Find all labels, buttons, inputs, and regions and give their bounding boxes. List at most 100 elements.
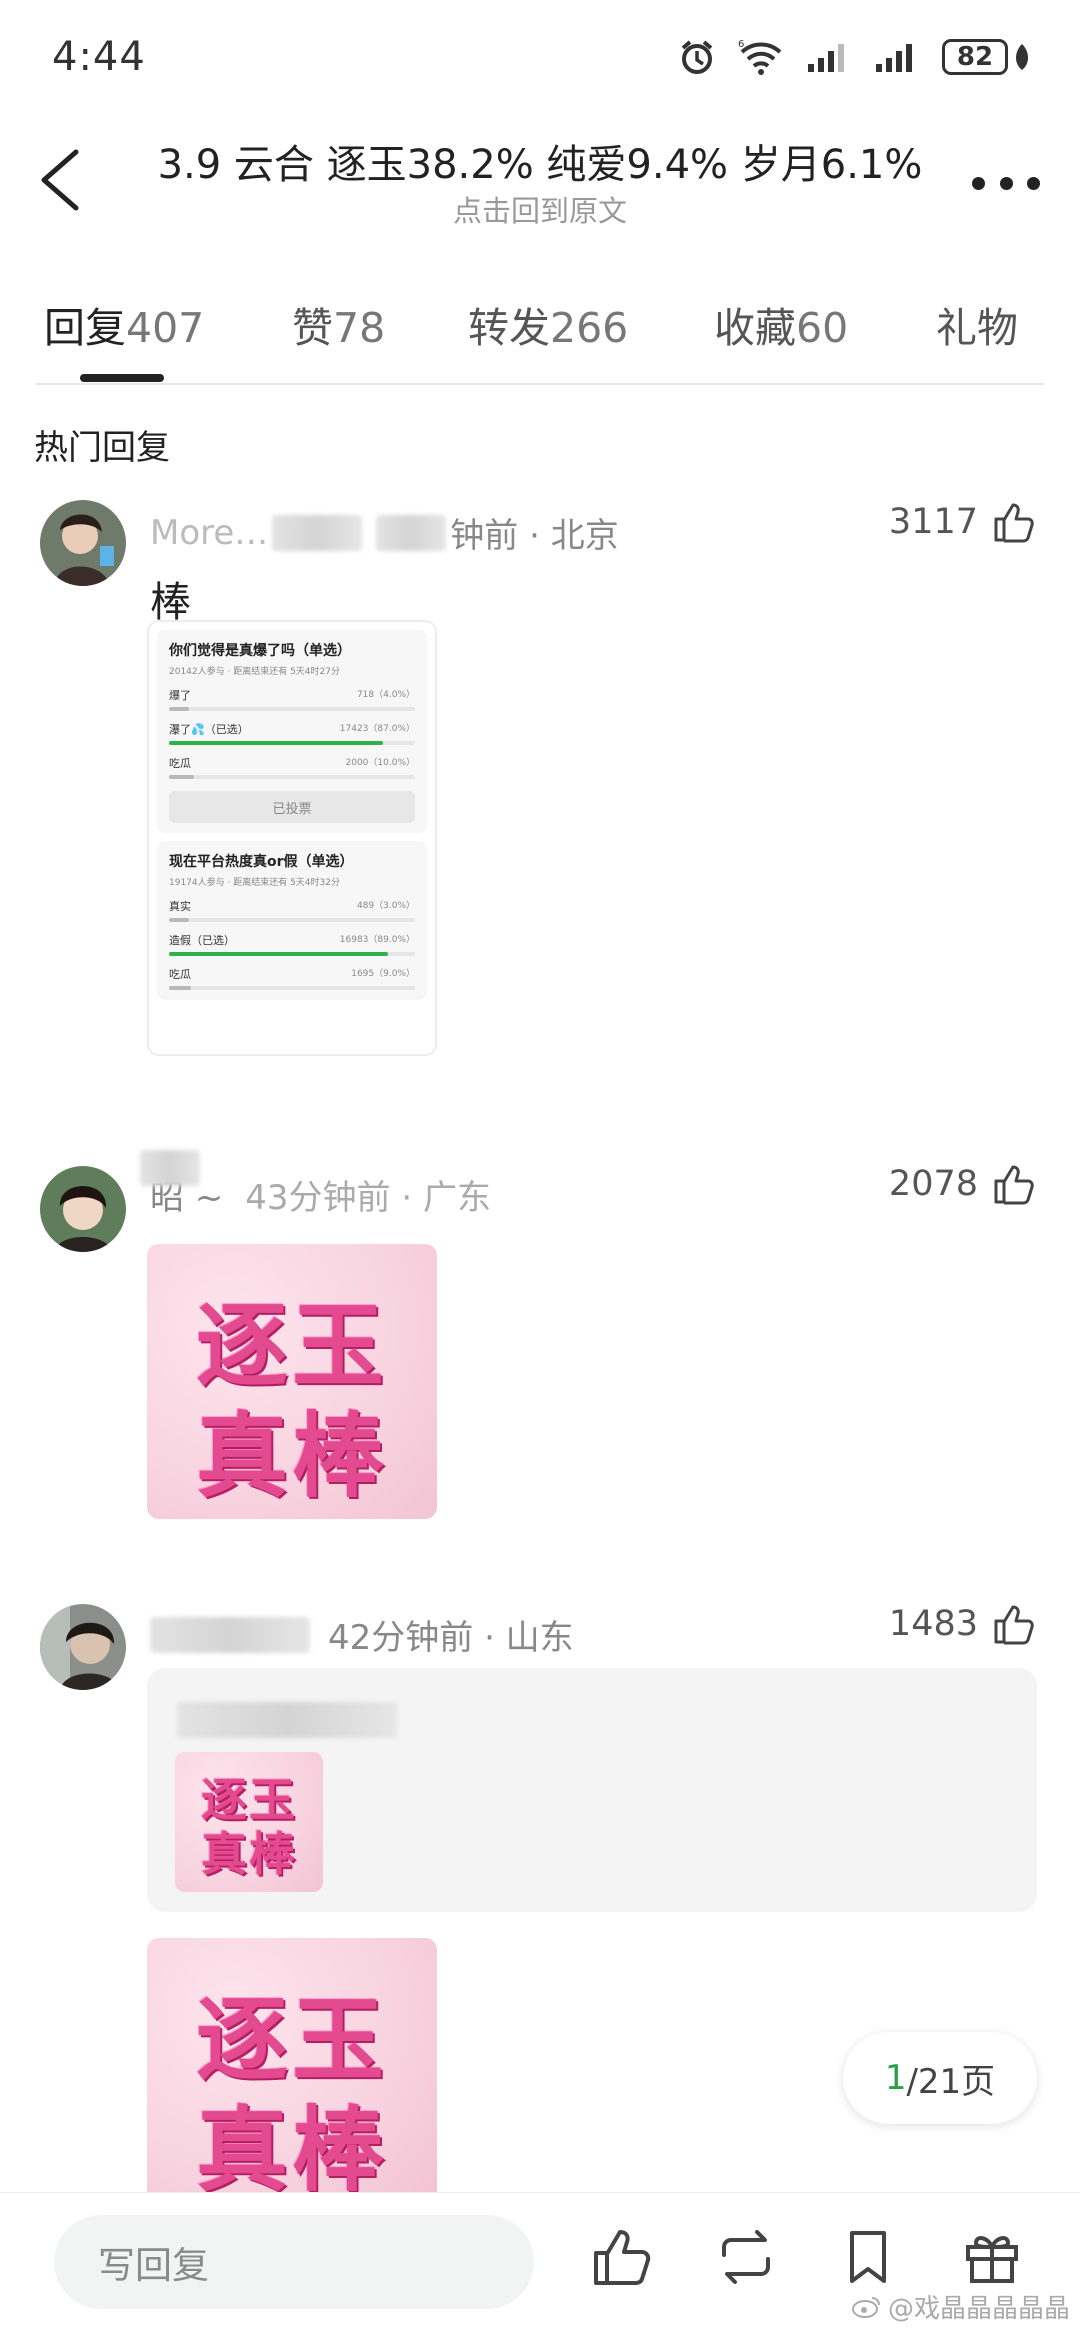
avatar[interactable] [40,1604,126,1690]
dot-icon [972,176,985,190]
wifi-icon: 6 [738,39,782,75]
avatar-image [40,1604,126,1690]
like-count: 2078 [888,1164,978,1204]
status-time: 4:44 [52,34,146,80]
like-icon[interactable] [590,2225,654,2289]
poll-image[interactable]: 你们觉得是真爆了吗（单选） 20142人参与 · 距离结束还有 5天4时27分 … [147,620,437,1056]
tab-label: 赞 [292,304,333,352]
total-pages: /21页 [906,2061,996,2102]
sticker-text-line: 真棒 [195,1402,388,1510]
thumbs-up-icon [994,1605,1034,1645]
avatar-image [40,1166,126,1252]
tab-count: 78 [333,304,386,352]
poll-option: 爆了 718（4.0%） [169,687,415,711]
back-button[interactable] [30,140,100,220]
reply-input[interactable]: 写回复 [54,2215,534,2309]
page-indicator[interactable]: 1/21页 [843,2032,1037,2124]
bottom-action-bar: 写回复 @戏晶晶晶晶晶 [0,2192,1080,2331]
dot-icon [1027,176,1040,190]
poll-option: 造假（已选） 16983（89.0%） [169,932,415,956]
poll-bar-fill [169,775,194,779]
like-count: 3117 [888,502,978,542]
comment-text: 棒 [150,578,191,626]
section-title: 热门回复 [34,428,170,468]
blurred-quoted-text [177,1702,397,1738]
tab-favorites[interactable]: 收藏60 [714,294,848,354]
poll-option-label: 瀑了💦（已选） [169,723,249,736]
poll-option-count: 2000（10.0%） [345,758,416,768]
poll-info: 19174人参与 · 距离结束还有 5天4时32分 [169,878,340,888]
sticker-image[interactable]: 逐玉 真棒 [147,1244,437,1519]
back-to-original-link[interactable]: 点击回到原文 [130,188,950,230]
tab-bar: 回复407 赞78 转发266 收藏60 礼物 [36,270,1044,385]
poll-option-label: 造假（已选） [169,934,235,947]
header: 3.9 云合 逐玉38.2% 纯爱9.4% 岁月6.1% 点击回到原文 [0,120,1080,240]
chevron-left-icon [41,149,79,211]
time-location: 43分钟前 · 广东 [245,1178,491,1218]
poll-bar [169,952,415,956]
poll-voted-button: 已投票 [169,791,415,823]
poll-option-count: 16983（89.0%） [339,935,415,945]
avatar[interactable] [40,500,126,586]
tab-count: 60 [796,304,849,352]
quoted-reply[interactable]: 逐玉 真棒 [147,1668,1037,1912]
tab-reposts[interactable]: 转发266 [468,294,628,354]
comment-item: More… 钟前 · 北京 3117 棒 你们觉得是真爆了吗（单选） 20142… [0,500,1080,1100]
thumbs-up-icon [994,503,1034,543]
poll-title: 现在平台热度真or假（单选） [169,854,354,870]
tab-likes[interactable]: 赞78 [292,294,385,354]
active-tab-indicator [80,374,164,382]
like-count: 1483 [888,1604,978,1644]
tab-label: 回复 [44,304,126,352]
alarm-icon [681,40,713,74]
battery-indicator: 82 [942,39,1032,75]
more-options-button[interactable] [966,168,1046,198]
avatar-image [40,500,126,586]
time-location: 钟前 · 北京 [450,516,619,556]
avatar[interactable] [40,1166,126,1252]
blurred-username [272,514,363,551]
poll-bar [169,918,415,922]
poll-option-count: 17423（87.0%） [339,724,415,734]
poll-option-label: 吃瓜 [169,757,191,770]
bookmark-icon[interactable] [836,2225,900,2289]
tab-count: 407 [126,304,205,352]
comment-meta: 42分钟前 · 山东 [150,1610,574,1659]
poll-title: 你们觉得是真爆了吗（单选） [169,643,351,659]
poll-option: 真实 489（3.0%） [169,898,415,922]
poll-bar-fill [169,952,388,956]
tab-label: 收藏 [714,304,796,352]
status-bar: 4:44 6 82 [0,0,1080,120]
tab-replies[interactable]: 回复407 [44,294,204,354]
sticker-image[interactable]: 逐玉 真棒 [147,1938,437,2192]
poll-bar-fill [169,918,189,922]
poll-bar-fill [169,707,189,711]
poll-bar-fill [169,986,192,990]
poll-option: 瀑了💦（已选） 17423（87.0%） [169,721,415,745]
poll-bar [169,775,415,779]
svg-text:6: 6 [738,39,744,50]
quoted-sticker-image[interactable]: 逐玉 真棒 [175,1752,323,1892]
poll-bar [169,986,415,990]
gift-icon[interactable] [960,2225,1024,2289]
like-button[interactable]: 1483 [889,1602,1036,1646]
signal-icon [808,44,844,72]
repost-icon[interactable] [714,2225,778,2289]
like-button[interactable]: 3117 [889,500,1036,544]
tab-label: 礼物 [936,304,1018,352]
poll-option: 吃瓜 1695（9.0%） [169,966,415,990]
poll-info: 20142人参与 · 距离结束还有 5天4时27分 [169,667,340,677]
poll-option-label: 爆了 [169,689,191,702]
poll-bar [169,707,415,711]
comment-item: 昭 ~ 43分钟前 · 广东 2078 逐玉 真棒 [0,1150,1080,1562]
thumbs-up-icon [994,1165,1034,1205]
poll-bar [169,741,415,745]
blurred-username [140,1150,200,1186]
poll-option-count: 489（3.0%） [356,901,415,911]
username[interactable]: More… [150,513,268,553]
tab-count: 266 [550,304,629,352]
current-page: 1 [884,2058,907,2098]
like-button[interactable]: 2078 [889,1162,1036,1206]
status-icons: 6 82 [678,38,1032,76]
tab-gifts[interactable]: 礼物 [936,294,1018,354]
